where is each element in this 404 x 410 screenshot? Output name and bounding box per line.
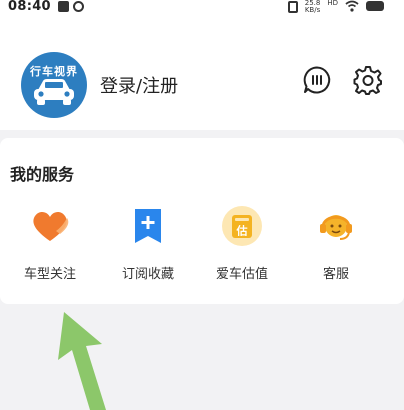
arrow-annotation-icon: [58, 312, 106, 410]
valuation-icon: 估: [222, 206, 262, 246]
status-time: 08:40: [8, 0, 51, 14]
service-label: 车型关注: [23, 267, 76, 282]
header-area: 08:40 25.8 KB/s HD 行车视界 登录/注册: [0, 0, 404, 130]
car-icon: [34, 79, 74, 105]
service-car-follow[interactable]: 车型关注: [10, 206, 90, 286]
gear-icon[interactable]: [353, 65, 383, 95]
avatar-logo-text: 行车视界: [30, 65, 78, 78]
service-customer-support[interactable]: 客服: [296, 206, 376, 286]
network-speed-unit: KB/s: [304, 6, 321, 14]
status-left-icons: [58, 1, 84, 12]
service-label: 客服: [322, 267, 349, 282]
network-speed: 25.8 KB/s: [305, 0, 321, 14]
service-car-valuation[interactable]: 估 爱车估值: [202, 206, 282, 286]
wifi-icon: [345, 0, 359, 12]
status-right-icons: 25.8 KB/s HD: [287, 0, 384, 14]
network-type-label: HD: [327, 0, 338, 7]
sync-icon: [73, 1, 84, 12]
bookmark-plus-icon: [135, 209, 161, 243]
login-register-link[interactable]: 登录/注册: [100, 72, 178, 98]
battery-icon: [366, 1, 384, 11]
status-bar: 08:40 25.8 KB/s HD: [0, 0, 404, 16]
service-label: 爱车估值: [215, 267, 268, 282]
notification-icon: [58, 1, 69, 12]
avatar[interactable]: 行车视界: [21, 52, 87, 118]
heart-icon: [33, 211, 69, 241]
service-label: 订阅收藏: [121, 267, 174, 282]
vibrate-icon: [287, 1, 298, 13]
valuation-icon-text: 估: [236, 224, 248, 238]
services-title: 我的服务: [10, 165, 75, 184]
my-services-card: 我的服务 车型关注 订阅收藏 估 爱车估值 客服: [0, 138, 404, 304]
message-icon[interactable]: [302, 65, 332, 95]
customer-service-icon: [320, 215, 352, 240]
service-subscription[interactable]: 订阅收藏: [108, 206, 188, 286]
